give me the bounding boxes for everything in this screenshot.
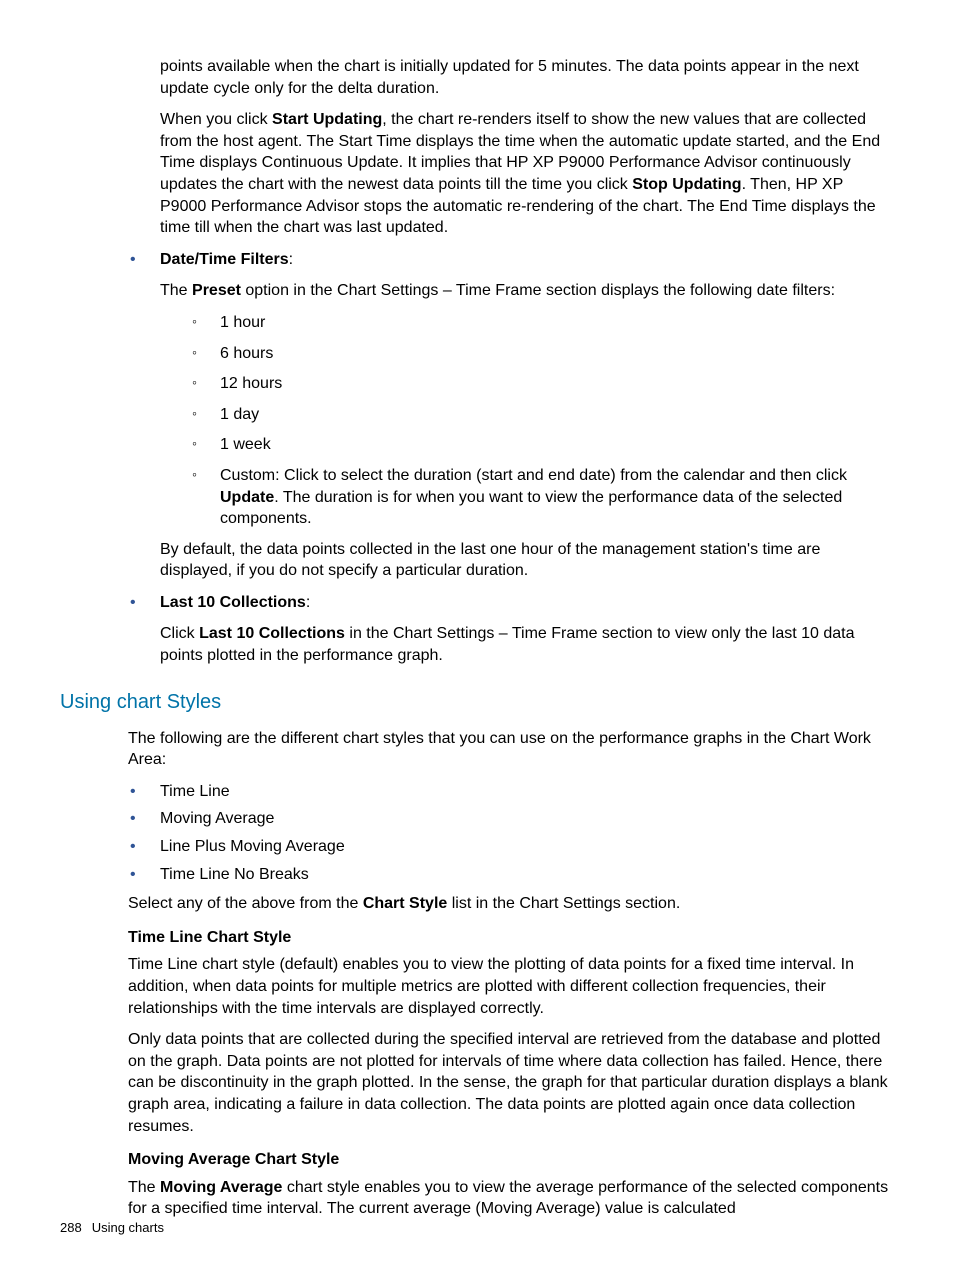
paragraph: Time Line chart style (default) enables … — [128, 954, 890, 1019]
page-content: points available when the chart is initi… — [128, 56, 890, 1220]
bold-text: Update — [220, 489, 274, 506]
chart-style-list: Time Line Moving Average Line Plus Movin… — [128, 781, 890, 885]
style-item: Time Line No Breaks — [128, 864, 890, 886]
document-page: points available when the chart is initi… — [0, 0, 954, 1271]
style-item: Time Line — [128, 781, 890, 803]
bullet-list: Date/Time Filters: The Preset option in … — [128, 249, 890, 667]
text-run: Time Line No Breaks — [160, 866, 309, 883]
text-run: The — [160, 282, 192, 299]
sub-bullet-item: 1 day — [160, 404, 890, 426]
text-run: option in the Chart Settings – Time Fram… — [241, 282, 835, 299]
bullet-item-date-filters: Date/Time Filters: The Preset option in … — [128, 249, 890, 582]
text-run: Click — [160, 625, 199, 642]
paragraph: By default, the data points collected in… — [160, 539, 890, 582]
text-run: list in the Chart Settings section. — [447, 895, 680, 912]
text-run: Custom: Click to select the duration (st… — [220, 467, 847, 484]
page-number: 288 — [60, 1220, 82, 1235]
paragraph: Select any of the above from the Chart S… — [128, 893, 890, 915]
paragraph: The Moving Average chart style enables y… — [128, 1177, 890, 1220]
paragraph: The Preset option in the Chart Settings … — [160, 280, 890, 302]
text-run: : — [289, 251, 293, 268]
text-run: 12 hours — [220, 375, 282, 392]
bold-text: Date/Time Filters — [160, 251, 289, 268]
bold-text: Moving Average — [160, 1179, 282, 1196]
text-run: . The duration is for when you want to v… — [220, 489, 842, 528]
text-run: Line Plus Moving Average — [160, 838, 345, 855]
bold-text: Stop Updating — [632, 176, 741, 193]
text-run: Time Line — [160, 783, 230, 800]
text-run: Select any of the above from the — [128, 895, 363, 912]
text-run: When you click — [160, 111, 272, 128]
text-run: 1 hour — [220, 314, 265, 331]
section-heading-chart-styles: Using chart Styles — [60, 689, 890, 716]
sub-heading-timeline: Time Line Chart Style — [128, 927, 890, 949]
text-run: The — [128, 1179, 160, 1196]
paragraph: Only data points that are collected duri… — [128, 1029, 890, 1137]
style-item: Moving Average — [128, 808, 890, 830]
footer-label: Using charts — [92, 1220, 164, 1235]
sub-bullet-item: 6 hours — [160, 343, 890, 365]
bold-text: Preset — [192, 282, 241, 299]
text-run: 1 day — [220, 406, 259, 423]
sub-bullet-item: Custom: Click to select the duration (st… — [160, 465, 890, 530]
bold-text: Start Updating — [272, 111, 382, 128]
bold-text: Chart Style — [363, 895, 447, 912]
paragraph: When you click Start Updating, the chart… — [160, 109, 890, 239]
paragraph: points available when the chart is initi… — [160, 56, 890, 99]
text-run: Moving Average — [160, 810, 274, 827]
paragraph: The following are the different chart st… — [128, 728, 890, 771]
sub-heading-moving-average: Moving Average Chart Style — [128, 1149, 890, 1171]
bold-text: Last 10 Collections — [199, 625, 345, 642]
page-footer: 288 Using charts — [60, 1219, 164, 1237]
sub-bullet-item: 1 hour — [160, 312, 890, 334]
sub-bullet-item: 12 hours — [160, 373, 890, 395]
text-run: 1 week — [220, 436, 271, 453]
bullet-title-line: Last 10 Collections: — [160, 592, 890, 614]
sub-bullet-item: 1 week — [160, 434, 890, 456]
bold-text: Last 10 Collections — [160, 594, 306, 611]
bullet-title-line: Date/Time Filters: — [160, 249, 890, 271]
sub-bullet-list: 1 hour 6 hours 12 hours 1 day 1 week Cus… — [160, 312, 890, 530]
style-item: Line Plus Moving Average — [128, 836, 890, 858]
text-run: 6 hours — [220, 345, 273, 362]
paragraph: Click Last 10 Collections in the Chart S… — [160, 623, 890, 666]
text-run: : — [306, 594, 310, 611]
bullet-item-last10: Last 10 Collections: Click Last 10 Colle… — [128, 592, 890, 667]
